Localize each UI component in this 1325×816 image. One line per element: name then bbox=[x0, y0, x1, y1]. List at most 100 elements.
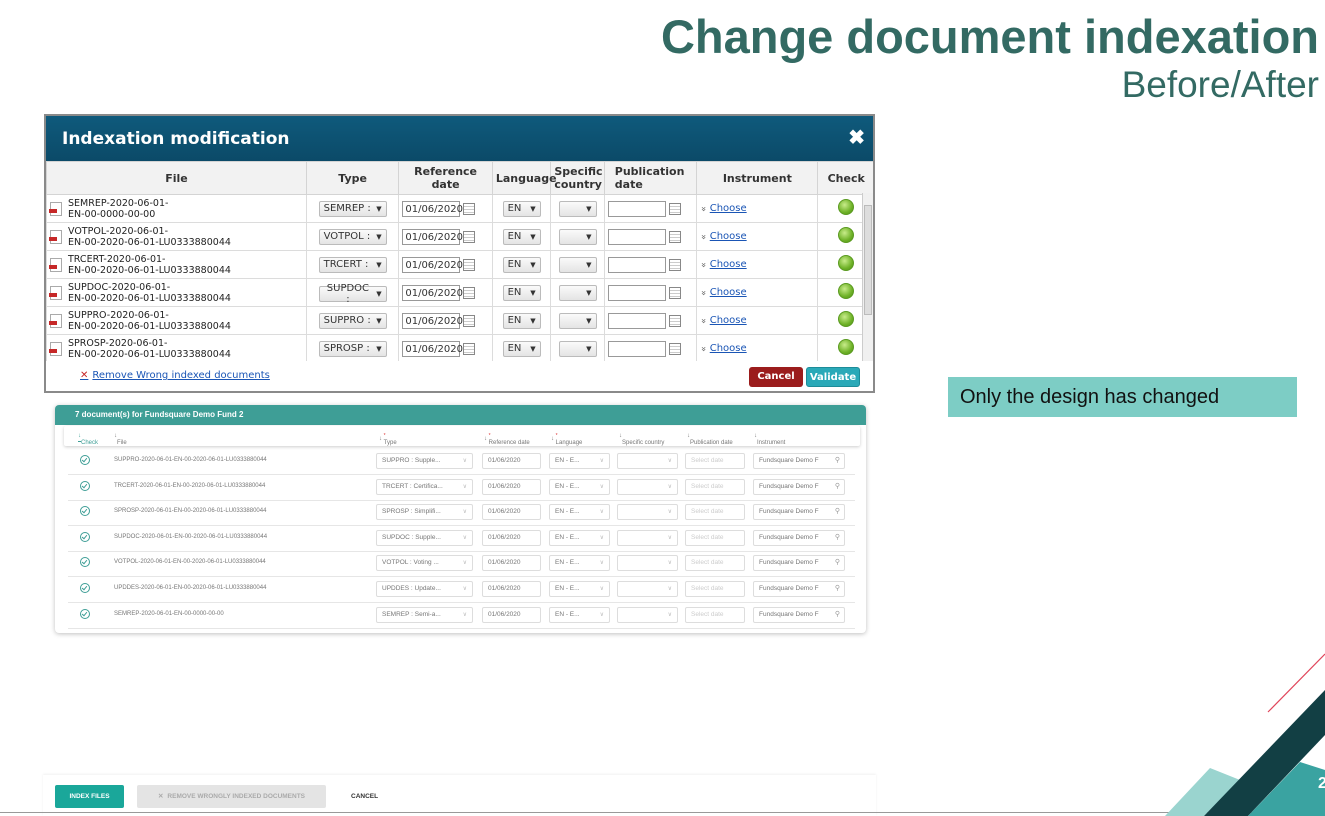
index-files-button[interactable]: INDEX FILES bbox=[55, 785, 124, 808]
choose-instrument-link[interactable]: Choose bbox=[710, 287, 747, 298]
calendar-icon[interactable] bbox=[668, 230, 681, 243]
publication-date-input[interactable]: Select date bbox=[685, 581, 745, 597]
publication-date-input[interactable] bbox=[607, 256, 666, 273]
remove-wrong-indexed-link[interactable]: ✕ Remove Wrong indexed documents bbox=[80, 370, 270, 381]
language-select[interactable]: EN - E... ∨ bbox=[549, 581, 610, 597]
type-select[interactable]: SUPPRO : ▼ bbox=[318, 312, 387, 329]
type-select[interactable]: TRCERT : ▼ bbox=[318, 256, 387, 273]
reference-date-input[interactable]: 01/06/2020 bbox=[482, 504, 541, 521]
reference-date-input[interactable]: 01/06/2020 bbox=[482, 478, 541, 495]
calendar-icon[interactable] bbox=[463, 342, 476, 355]
publication-date-input[interactable] bbox=[607, 228, 666, 245]
language-select[interactable]: EN ▼ bbox=[502, 312, 541, 329]
search-icon[interactable]: ⚲ bbox=[835, 480, 840, 494]
publication-date-input[interactable] bbox=[607, 312, 666, 329]
calendar-icon[interactable] bbox=[668, 342, 681, 355]
calendar-icon[interactable] bbox=[668, 314, 681, 327]
type-select[interactable]: SPROSP : ▼ bbox=[318, 340, 387, 357]
publication-date-input[interactable]: Select date bbox=[685, 504, 745, 521]
search-icon[interactable]: ⚲ bbox=[835, 608, 840, 622]
specific-country-select[interactable]: ∨ bbox=[617, 606, 678, 623]
instrument-search-input[interactable]: Fundsquare Demo F ⚲ bbox=[753, 555, 845, 572]
column-header-type[interactable]: ↓ Type * bbox=[379, 433, 397, 446]
reference-date-input[interactable]: 01/06/2020 bbox=[402, 256, 463, 273]
reference-date-input[interactable]: 01/06/2020 bbox=[482, 555, 541, 572]
specific-country-select[interactable]: ▼ bbox=[558, 256, 597, 273]
instrument-search-input[interactable]: Fundsquare Demo F ⚲ bbox=[753, 504, 845, 521]
column-header-file[interactable]: ↓ File bbox=[114, 433, 127, 446]
column-header-check[interactable]: ↓ Check bbox=[78, 433, 98, 446]
specific-country-select[interactable]: ∨ bbox=[617, 555, 678, 572]
calendar-icon[interactable] bbox=[668, 286, 681, 299]
reference-date-input[interactable]: 01/06/2020 bbox=[402, 340, 463, 357]
language-select[interactable]: EN - E... ∨ bbox=[549, 555, 610, 572]
search-icon[interactable]: ⚲ bbox=[835, 531, 840, 545]
specific-country-select[interactable]: ▼ bbox=[558, 340, 597, 357]
language-select[interactable]: EN ▼ bbox=[502, 228, 541, 245]
publication-date-input[interactable] bbox=[607, 200, 666, 217]
publication-date-input[interactable]: Select date bbox=[685, 478, 745, 495]
publication-date-input[interactable] bbox=[607, 340, 666, 357]
instrument-search-input[interactable]: Fundsquare Demo F ⚲ bbox=[753, 529, 845, 546]
instrument-search-input[interactable]: Fundsquare Demo F ⚲ bbox=[753, 606, 845, 623]
specific-country-select[interactable]: ∨ bbox=[617, 504, 678, 521]
specific-country-select[interactable]: ∨ bbox=[617, 581, 678, 597]
instrument-search-input[interactable]: Fundsquare Demo F ⚲ bbox=[753, 478, 845, 495]
language-select[interactable]: EN - E... ∨ bbox=[549, 453, 610, 469]
specific-country-select[interactable]: ▼ bbox=[558, 312, 597, 329]
cancel-button[interactable]: Cancel bbox=[749, 367, 803, 387]
choose-instrument-link[interactable]: Choose bbox=[710, 315, 747, 326]
type-select[interactable]: TRCERT : Certifica... ∨ bbox=[376, 478, 473, 495]
scrollbar-thumb[interactable] bbox=[864, 205, 872, 315]
calendar-icon[interactable] bbox=[463, 230, 476, 243]
reference-date-input[interactable]: 01/06/2020 bbox=[482, 606, 541, 623]
calendar-icon[interactable] bbox=[463, 258, 476, 271]
type-select[interactable]: VOTPOL : ▼ bbox=[318, 228, 387, 245]
calendar-icon[interactable] bbox=[463, 314, 476, 327]
search-icon[interactable]: ⚲ bbox=[835, 505, 840, 519]
choose-instrument-link[interactable]: Choose bbox=[710, 203, 747, 214]
specific-country-select[interactable]: ∨ bbox=[617, 529, 678, 546]
type-select[interactable]: SUPDOC : ▼ bbox=[318, 283, 387, 305]
choose-instrument-link[interactable]: Choose bbox=[710, 231, 747, 242]
publication-date-input[interactable] bbox=[607, 284, 666, 301]
language-select[interactable]: EN ▼ bbox=[502, 256, 541, 273]
type-select[interactable]: SEMREP : Semi-a... ∨ bbox=[376, 606, 473, 623]
validate-button[interactable]: Validate bbox=[806, 367, 860, 387]
reference-date-input[interactable]: 01/06/2020 bbox=[482, 529, 541, 546]
publication-date-input[interactable]: Select date bbox=[685, 453, 745, 469]
type-select[interactable]: SPROSP : Simplifi... ∨ bbox=[376, 504, 473, 521]
reference-date-input[interactable]: 01/06/2020 bbox=[402, 284, 463, 301]
column-header-publication-date[interactable]: ↓ Publication date bbox=[687, 433, 733, 446]
calendar-icon[interactable] bbox=[463, 202, 476, 215]
type-select[interactable]: SEMREP : ▼ bbox=[318, 200, 387, 217]
language-select[interactable]: EN ▼ bbox=[502, 200, 541, 217]
calendar-icon[interactable] bbox=[668, 202, 681, 215]
search-icon[interactable]: ⚲ bbox=[835, 454, 840, 468]
column-header-specific-country[interactable]: ↓ Specific country bbox=[619, 433, 664, 446]
type-select[interactable]: UPDDES : Update... ∨ bbox=[376, 581, 473, 597]
calendar-icon[interactable] bbox=[463, 286, 476, 299]
type-select[interactable]: VOTPOL : Voting ... ∨ bbox=[376, 555, 473, 572]
specific-country-select[interactable]: ▼ bbox=[558, 284, 597, 301]
column-header-language[interactable]: ↓ Language * bbox=[551, 433, 582, 446]
reference-date-input[interactable]: 01/06/2020 bbox=[482, 581, 541, 597]
instrument-search-input[interactable]: Fundsquare Demo F ⚲ bbox=[753, 453, 845, 469]
publication-date-input[interactable]: Select date bbox=[685, 529, 745, 546]
reference-date-input[interactable]: 01/06/2020 bbox=[402, 228, 463, 245]
reference-date-input[interactable]: 01/06/2020 bbox=[482, 453, 541, 469]
search-icon[interactable]: ⚲ bbox=[835, 556, 840, 570]
column-header-instrument[interactable]: ↓ Instrument bbox=[754, 433, 785, 446]
specific-country-select[interactable]: ▼ bbox=[558, 200, 597, 217]
type-select[interactable]: SUPPRO : Supple... ∨ bbox=[376, 453, 473, 469]
specific-country-select[interactable]: ∨ bbox=[617, 478, 678, 495]
choose-instrument-link[interactable]: Choose bbox=[710, 343, 747, 354]
language-select[interactable]: EN ▼ bbox=[502, 340, 541, 357]
reference-date-input[interactable]: 01/06/2020 bbox=[402, 312, 463, 329]
language-select[interactable]: EN - E... ∨ bbox=[549, 504, 610, 521]
search-icon[interactable]: ⚲ bbox=[835, 582, 840, 596]
specific-country-select[interactable]: ∨ bbox=[617, 453, 678, 469]
column-header-reference-date[interactable]: ↓ Reference date * bbox=[484, 433, 530, 446]
type-select[interactable]: SUPDOC : Supple... ∨ bbox=[376, 529, 473, 546]
specific-country-select[interactable]: ▼ bbox=[558, 228, 597, 245]
